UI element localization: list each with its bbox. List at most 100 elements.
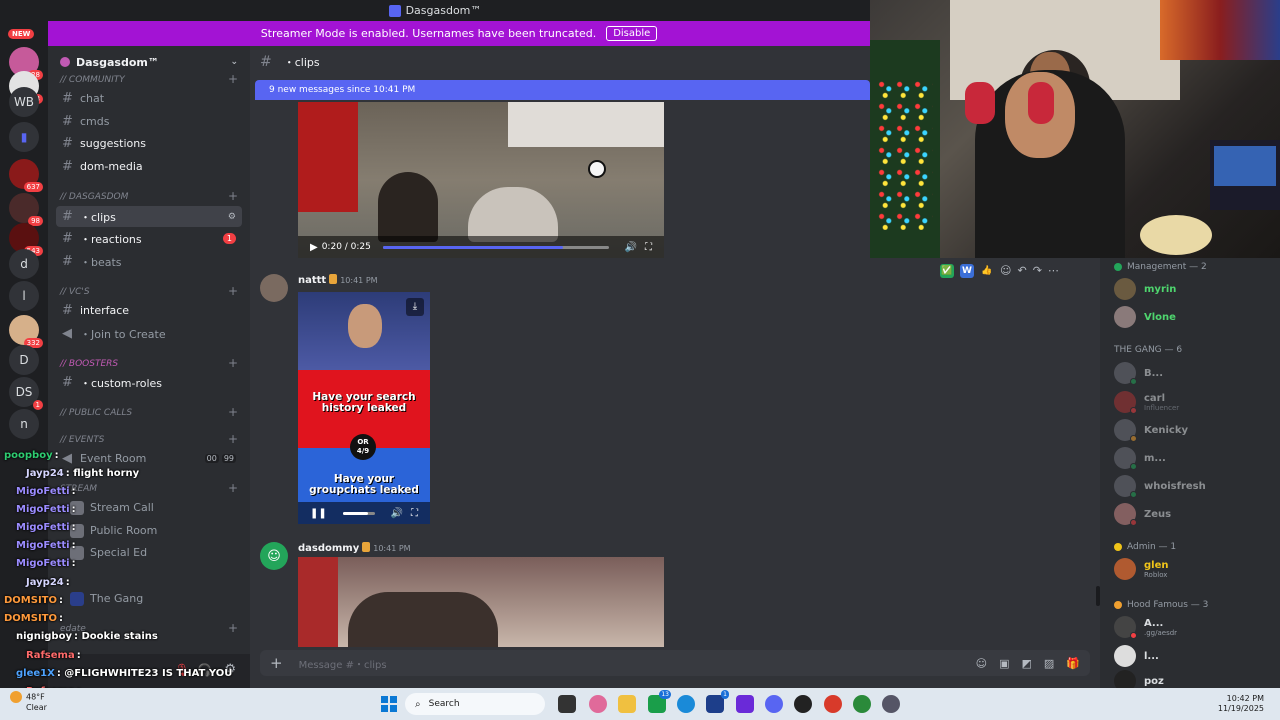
- video-attachment[interactable]: Have your search history leaked Have you…: [298, 292, 430, 524]
- gear-icon[interactable]: ⚙: [224, 662, 236, 677]
- channel-public-room[interactable]: Public Room: [56, 520, 242, 541]
- emoji-icon[interactable]: ☺: [976, 657, 987, 670]
- server-icon[interactable]: D: [9, 345, 39, 375]
- member-item[interactable]: carl Influencer: [1114, 391, 1179, 414]
- reaction-check[interactable]: ✅: [940, 264, 954, 278]
- add-channel-icon[interactable]: +: [228, 72, 238, 86]
- category-vcs[interactable]: // Vc's: [60, 287, 90, 297]
- copilot-icon[interactable]: [589, 695, 607, 713]
- channel-stream-call[interactable]: Stream Call: [56, 497, 242, 518]
- chrome-icon[interactable]: [853, 695, 871, 713]
- server-icon[interactable]: WB: [9, 87, 39, 117]
- channel-dom-media[interactable]: # dom-media: [56, 156, 242, 177]
- fullscreen-icon[interactable]: ⛶: [645, 242, 652, 253]
- channel-chat[interactable]: # chat: [56, 88, 242, 109]
- task-view-icon[interactable]: [558, 695, 576, 713]
- message-composer[interactable]: + Message #・clips ☺ ▣ ◩ ▨ 🎁: [260, 650, 1090, 676]
- discord-icon[interactable]: [765, 695, 783, 713]
- member-item[interactable]: l...: [1114, 645, 1159, 667]
- server-icon[interactable]: DS 1: [9, 377, 43, 410]
- new-messages-bar[interactable]: 9 new messages since 10:41 PM: [255, 80, 870, 100]
- edge-icon[interactable]: [677, 695, 695, 713]
- member-item[interactable]: B...: [1114, 362, 1163, 385]
- taskbar-search[interactable]: ⌕ Search: [405, 693, 545, 715]
- more-icon[interactable]: ⋯: [1048, 264, 1059, 278]
- member-item[interactable]: Kenicky: [1114, 419, 1188, 442]
- channel-event-room[interactable]: ◀ Event Room 00 99: [56, 448, 242, 469]
- add-channel-icon[interactable]: +: [228, 432, 238, 446]
- discord-avatar-icon[interactable]: ☺: [260, 542, 288, 570]
- member-item[interactable]: whoisfresh: [1114, 475, 1206, 498]
- volume-icon[interactable]: 🔊: [391, 508, 403, 519]
- reaction-thumbs-up[interactable]: 👍: [980, 264, 994, 278]
- xbox-icon[interactable]: 13: [648, 690, 671, 713]
- volume-icon[interactable]: 🔊: [625, 242, 637, 253]
- category-edate[interactable]: edate: [60, 624, 86, 634]
- member-item[interactable]: Vlone: [1114, 306, 1176, 328]
- download-icon[interactable]: ⤓: [406, 298, 424, 316]
- member-item[interactable]: myrin: [1114, 278, 1176, 300]
- message-input[interactable]: Message #・clips: [299, 656, 387, 671]
- server-icon[interactable]: 332: [9, 315, 43, 348]
- category-stream[interactable]: STREAM: [60, 484, 97, 494]
- reply-icon[interactable]: ↶: [1017, 264, 1026, 278]
- file-explorer-icon[interactable]: [618, 695, 636, 713]
- gift-icon[interactable]: 🎁: [1066, 657, 1080, 670]
- add-channel-icon[interactable]: +: [228, 356, 238, 370]
- channel-special-ed[interactable]: Special Ed: [56, 542, 242, 563]
- member-item[interactable]: Zeus: [1114, 503, 1171, 526]
- windows-start-icon[interactable]: [381, 696, 397, 712]
- add-channel-icon[interactable]: +: [228, 189, 238, 203]
- fullscreen-icon[interactable]: ⛶: [411, 508, 418, 519]
- member-item[interactable]: glen Roblox: [1114, 558, 1169, 580]
- server-icon[interactable]: d: [9, 249, 39, 279]
- image-icon[interactable]: ▨: [1044, 657, 1054, 670]
- forward-icon[interactable]: ↷: [1033, 264, 1042, 278]
- deafen-icon[interactable]: 🎧: [197, 663, 212, 677]
- add-channel-icon[interactable]: +: [228, 405, 238, 419]
- system-clock[interactable]: 10:42 PM 11/19/2025: [1218, 694, 1264, 714]
- message-author[interactable]: nattt: [298, 275, 326, 286]
- category-public-calls[interactable]: // PUBLIC CALLS: [60, 408, 132, 418]
- channel-join-to-create[interactable]: ◀ ・Join to Create: [56, 323, 242, 344]
- add-channel-icon[interactable]: +: [228, 621, 238, 635]
- channel-the-gang[interactable]: The Gang: [56, 588, 242, 609]
- server-icon[interactable]: 98: [9, 193, 43, 226]
- disable-button[interactable]: Disable: [606, 26, 658, 41]
- invite-settings-icon[interactable]: ⚙: [228, 212, 236, 222]
- server-icon[interactable]: l: [9, 281, 39, 311]
- store-icon[interactable]: 1: [706, 690, 729, 713]
- server-icon[interactable]: n: [9, 409, 39, 439]
- video-attachment[interactable]: ▶ 0:20 / 0:25 🔊 ⛶: [298, 102, 664, 258]
- app-icon[interactable]: [736, 695, 754, 713]
- reaction-w[interactable]: W: [960, 264, 974, 278]
- attach-plus-icon[interactable]: +: [270, 654, 283, 672]
- category-boosters[interactable]: // Boosters: [60, 359, 118, 369]
- avatar[interactable]: [260, 274, 288, 302]
- weather-widget[interactable]: 48°F Clear: [10, 691, 47, 713]
- channel-beats[interactable]: # ・beats: [56, 251, 242, 272]
- channel-clips[interactable]: # ・clips ⚙: [56, 206, 242, 227]
- channel-reactions[interactable]: # ・reactions 1: [56, 228, 242, 249]
- mute-icon[interactable]: 🎙: [175, 663, 190, 677]
- play-icon[interactable]: ▶: [310, 242, 318, 253]
- sticker-icon[interactable]: ◩: [1021, 657, 1031, 670]
- member-item[interactable]: m...: [1114, 447, 1166, 470]
- channel-cmds[interactable]: # cmds: [56, 111, 242, 132]
- gif-icon[interactable]: ▣: [999, 657, 1009, 670]
- chrome-icon[interactable]: [824, 695, 842, 713]
- seek-bar[interactable]: [382, 245, 609, 249]
- category-dasgasdom[interactable]: // DASGASDOM: [60, 192, 128, 202]
- add-channel-icon[interactable]: +: [228, 481, 238, 495]
- category-community[interactable]: // Community: [60, 75, 125, 85]
- channel-interface[interactable]: # interface: [56, 300, 242, 321]
- channel-suggestions[interactable]: # suggestions: [56, 133, 242, 154]
- add-reaction-icon[interactable]: ☺: [1000, 264, 1011, 278]
- settings-gear-icon[interactable]: [882, 695, 900, 713]
- folder-icon[interactable]: ▮: [9, 122, 39, 152]
- category-events[interactable]: // Events: [60, 435, 104, 445]
- app-icon[interactable]: [794, 695, 812, 713]
- member-item[interactable]: poz: [1114, 670, 1164, 688]
- pause-icon[interactable]: ❚❚: [310, 508, 327, 519]
- volume-bar[interactable]: [342, 511, 375, 515]
